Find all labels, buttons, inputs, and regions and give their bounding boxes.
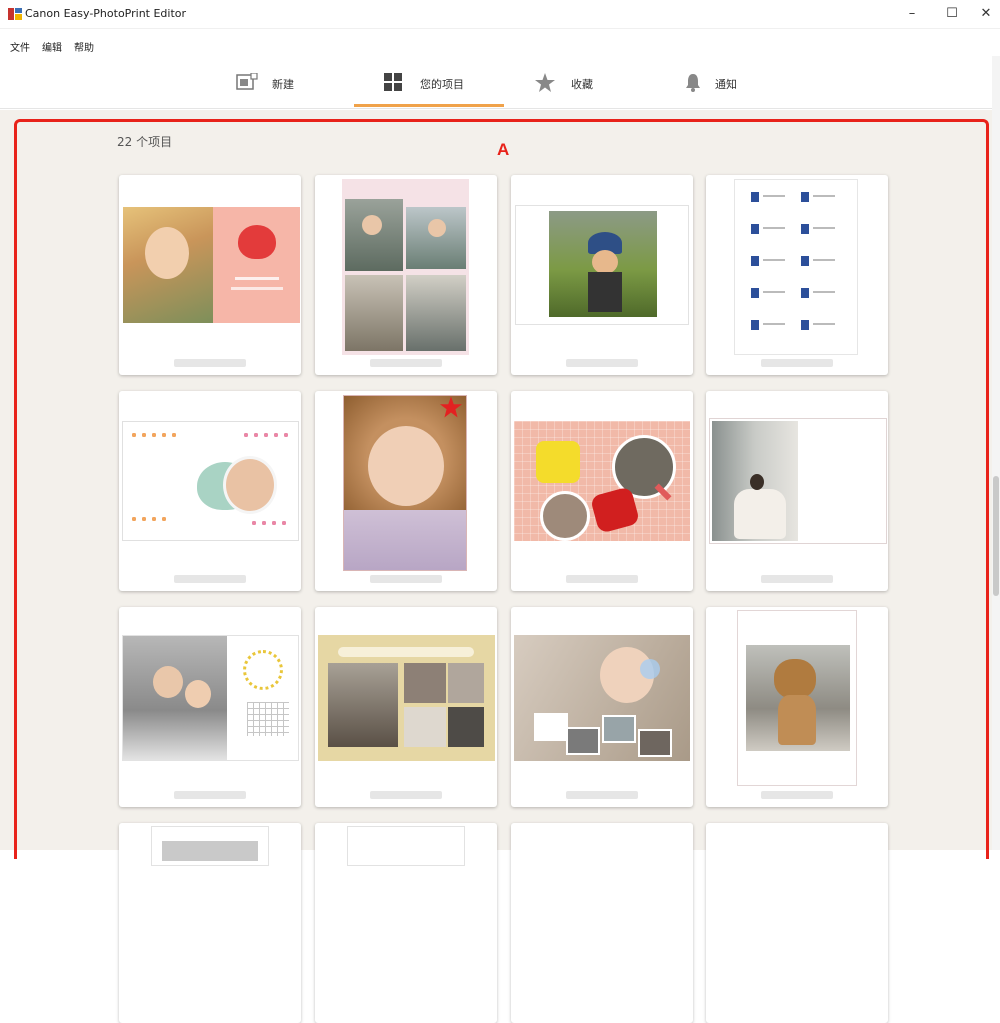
annotation-label: A	[497, 140, 510, 159]
project-card[interactable]	[119, 175, 301, 375]
project-thumbnail	[514, 421, 690, 541]
tab-favorites[interactable]: 收藏	[535, 56, 635, 108]
star-sticker-icon	[440, 396, 462, 418]
project-name-placeholder	[370, 575, 442, 583]
project-card[interactable]	[119, 607, 301, 807]
title-bar: Canon Easy-PhotoPrint Editor – ☐ ✕	[0, 0, 1000, 29]
project-thumbnail	[151, 826, 269, 866]
window-title: Canon Easy-PhotoPrint Editor	[25, 7, 187, 20]
project-thumbnail	[122, 635, 299, 761]
project-card[interactable]	[706, 607, 888, 807]
menu-bar: 文件 编辑 帮助	[0, 36, 1000, 54]
project-card[interactable]	[315, 823, 497, 1023]
project-thumbnail	[343, 395, 467, 571]
tab-your-projects-label: 您的项目	[420, 78, 464, 91]
menu-help[interactable]: 帮助	[74, 39, 94, 54]
new-icon	[236, 73, 258, 90]
project-name-placeholder	[370, 359, 442, 367]
project-thumbnail	[318, 635, 495, 761]
menu-file[interactable]: 文件	[10, 39, 30, 54]
project-card[interactable]	[706, 391, 888, 591]
project-name-placeholder	[761, 359, 833, 367]
minimize-button[interactable]: –	[898, 4, 926, 24]
tab-new[interactable]: 新建	[230, 56, 350, 108]
bell-icon	[686, 74, 700, 92]
active-tab-indicator	[354, 104, 504, 107]
tab-notifications[interactable]: 通知	[685, 56, 785, 108]
project-thumbnail	[123, 207, 300, 323]
project-thumbnail	[342, 179, 469, 355]
project-card[interactable]	[706, 175, 888, 375]
grid-icon	[384, 73, 402, 91]
project-card[interactable]	[315, 391, 497, 591]
project-name-placeholder	[370, 791, 442, 799]
project-card[interactable]	[119, 391, 301, 591]
menu-edit[interactable]: 编辑	[42, 39, 62, 54]
project-card[interactable]	[706, 823, 888, 1023]
tab-bar: 新建 您的项目 收藏 通知	[0, 56, 1000, 109]
project-name-placeholder	[174, 359, 246, 367]
project-card[interactable]	[119, 823, 301, 1023]
tab-new-label: 新建	[272, 78, 294, 91]
vertical-scrollbar[interactable]	[992, 56, 1000, 850]
project-name-placeholder	[761, 575, 833, 583]
project-name-placeholder	[174, 791, 246, 799]
project-name-placeholder	[761, 791, 833, 799]
tab-notifications-label: 通知	[715, 78, 737, 91]
project-name-placeholder	[566, 575, 638, 583]
project-name-placeholder	[174, 575, 246, 583]
app-logo-icon	[8, 8, 22, 20]
project-name-placeholder	[566, 359, 638, 367]
project-card[interactable]	[315, 175, 497, 375]
project-thumbnail	[347, 826, 465, 866]
maximize-button[interactable]: ☐	[938, 4, 966, 24]
tab-favorites-label: 收藏	[571, 78, 593, 91]
project-thumbnail	[709, 418, 887, 544]
project-name-placeholder	[566, 791, 638, 799]
project-card[interactable]	[315, 607, 497, 807]
project-thumbnail	[734, 179, 858, 355]
close-button[interactable]: ✕	[972, 4, 1000, 24]
project-card[interactable]	[511, 823, 693, 1023]
project-count: 22 个项目	[117, 135, 173, 149]
tab-your-projects[interactable]: 您的项目	[384, 56, 504, 108]
project-card[interactable]	[511, 175, 693, 375]
project-card[interactable]	[511, 391, 693, 591]
project-thumbnail	[514, 635, 690, 761]
project-card[interactable]	[511, 607, 693, 807]
project-thumbnail	[737, 610, 857, 786]
star-icon	[535, 73, 555, 92]
project-thumbnail	[515, 205, 689, 325]
scrollbar-thumb[interactable]	[993, 476, 999, 596]
project-thumbnail	[122, 421, 299, 541]
